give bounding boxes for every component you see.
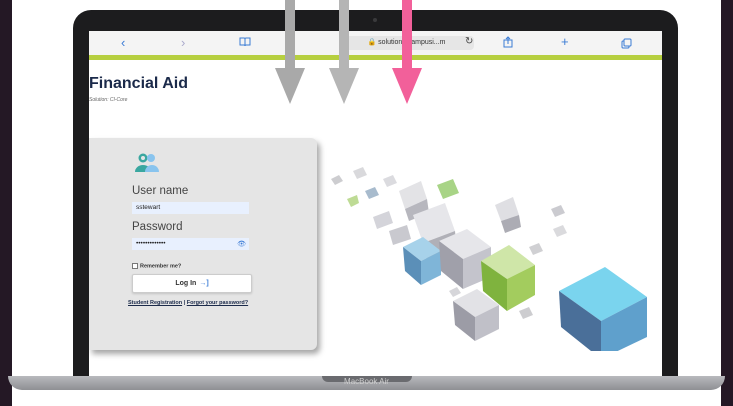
username-label: User name bbox=[132, 185, 189, 197]
login-button-label: Log In bbox=[175, 280, 197, 287]
cubes-illustration bbox=[331, 167, 647, 351]
laptop-screen: ‹ › 🔒 solutions.campusi...m ↻ + Financia… bbox=[89, 31, 662, 376]
bookmarks-icon[interactable] bbox=[239, 37, 251, 50]
student-registration-link[interactable]: Student Registration bbox=[128, 300, 182, 306]
remember-checkbox[interactable] bbox=[132, 263, 138, 269]
tabs-icon[interactable] bbox=[621, 37, 632, 52]
grey-arrow-1 bbox=[275, 0, 305, 104]
browser-toolbar: ‹ › 🔒 solutions.campusi...m ↻ + bbox=[89, 31, 662, 55]
forgot-password-link[interactable]: Forgot your password? bbox=[187, 300, 248, 306]
users-icon bbox=[135, 152, 159, 174]
username-input[interactable]: sstewart bbox=[132, 202, 249, 214]
share-icon[interactable] bbox=[503, 36, 513, 51]
password-value: ••••••••••••• bbox=[136, 240, 166, 247]
login-panel: User name sstewart Password ••••••••••••… bbox=[89, 138, 317, 350]
link-separator: | bbox=[183, 300, 186, 306]
grey-arrow-2 bbox=[329, 0, 359, 104]
password-input[interactable]: ••••••••••••• 👁 bbox=[132, 238, 249, 250]
new-tab-icon[interactable]: + bbox=[561, 34, 569, 49]
back-icon[interactable]: ‹ bbox=[121, 35, 125, 50]
remember-me[interactable]: Remember me? bbox=[132, 263, 181, 269]
sign-in-icon: →] bbox=[199, 280, 209, 287]
lock-icon: 🔒 bbox=[367, 39, 377, 46]
camera-icon bbox=[373, 18, 377, 22]
login-button[interactable]: Log In →] bbox=[132, 274, 252, 293]
device-brand: MacBook Air bbox=[344, 377, 389, 386]
auth-links: Student Registration | Forgot your passw… bbox=[128, 300, 248, 306]
forward-icon[interactable]: › bbox=[181, 35, 185, 50]
page-title: Financial Aid bbox=[89, 75, 188, 92]
page-subtitle: Solution: CI-Core bbox=[89, 97, 128, 103]
pink-arrow bbox=[392, 0, 422, 104]
eye-icon[interactable]: 👁 bbox=[237, 239, 246, 251]
reload-icon[interactable]: ↻ bbox=[465, 36, 473, 47]
remember-label: Remember me? bbox=[140, 263, 182, 270]
brand-stripe bbox=[89, 55, 662, 60]
password-label: Password bbox=[132, 221, 183, 233]
